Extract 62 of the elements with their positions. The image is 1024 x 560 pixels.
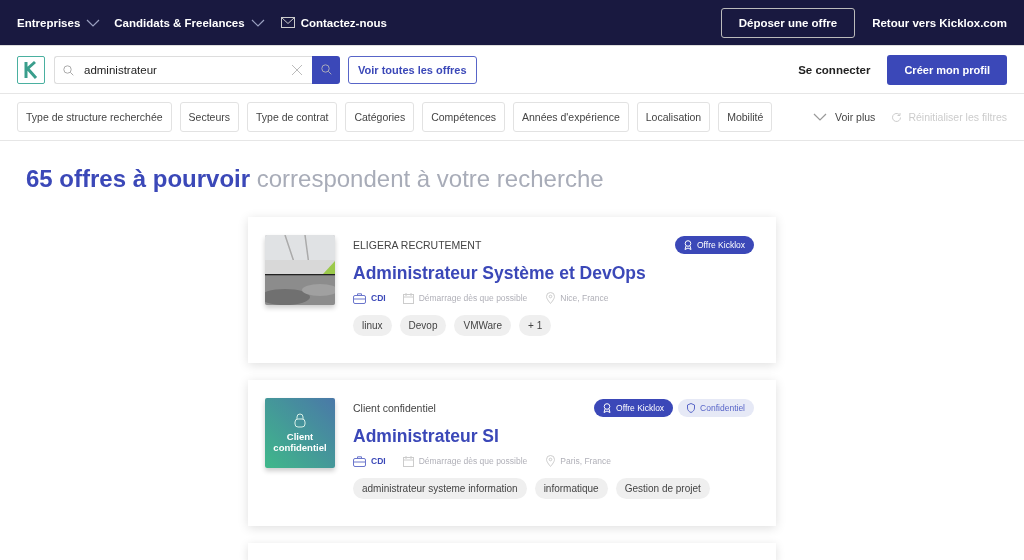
all-offers-button[interactable]: Voir toutes les offres: [348, 55, 477, 84]
search-icon: [320, 64, 332, 75]
offer-card[interactable]: Client confidentiel Client confidentiel Offre Kicklox Confidentiel Administrateur SI CDI Démarrage dès que possible Paris, France administrateur systeme information informatique Gestion de projet: [248, 380, 776, 526]
chevron-down-icon: [813, 113, 828, 121]
calendar-icon: [402, 292, 414, 304]
skill-tag: Devop: [399, 315, 447, 336]
filter-button[interactable]: Mobilité: [718, 102, 773, 132]
search-button[interactable]: [312, 55, 340, 84]
chevron-down-icon: [250, 18, 265, 27]
contract-type: CDI: [371, 293, 386, 303]
company-name: Client confidentiel: [353, 402, 436, 414]
calendar-icon: [402, 455, 414, 467]
search-field[interactable]: administrateur: [54, 55, 312, 84]
company-name: ELIGERA RECRUTEMENT: [353, 239, 482, 251]
search-icon: [63, 64, 74, 76]
shield-icon: [687, 403, 696, 413]
skill-tag: administrateur systeme information: [353, 478, 527, 499]
filter-button[interactable]: Années d'expérience: [513, 102, 629, 132]
refresh-icon: [891, 111, 903, 123]
briefcase-icon: [353, 455, 366, 467]
award-icon: [603, 403, 612, 413]
job-location: Nice, France: [560, 293, 609, 303]
signup-button[interactable]: Créer mon profil: [887, 54, 1007, 85]
filter-button[interactable]: Type de structure recherchée: [17, 102, 172, 132]
confidential-badge: Confidentiel: [678, 399, 754, 417]
nav-menu[interactable]: Entreprises: [17, 16, 81, 29]
nav-link[interactable]: Contactez-nous: [300, 16, 387, 29]
start-date: Démarrage dès que possible: [418, 293, 528, 303]
start-date: Démarrage dès que possible: [418, 456, 528, 466]
location-pin-icon: [546, 455, 556, 467]
logo-icon[interactable]: [17, 55, 45, 84]
filter-button[interactable]: Localisation: [636, 102, 711, 132]
location-pin-icon: [546, 292, 556, 304]
lock-icon: [294, 412, 306, 428]
logo-text: Client confidentiel: [272, 431, 328, 454]
filter-button[interactable]: Compétences: [422, 102, 505, 132]
show-more-button[interactable]: Voir plus: [813, 111, 876, 123]
skill-tag: + 1: [519, 315, 552, 336]
back-link[interactable]: Retour vers Kicklox.com: [872, 16, 1007, 29]
skill-tag: linux: [353, 315, 392, 336]
mail-icon: [280, 17, 295, 28]
filter-button[interactable]: Catégories: [345, 102, 415, 132]
skill-tag: informatique: [534, 478, 608, 499]
offer-card[interactable]: ELIGERA RECRUTEMENT Offre Kicklox Administrateur Système et DevOps CDI Démarrage dès que possible Nice, France linux Devop VMWare + 1: [248, 217, 776, 363]
offer-title[interactable]: Administrateur SI: [353, 426, 754, 447]
offer-badge: Offre Kicklox: [674, 236, 754, 254]
clear-icon[interactable]: [291, 63, 303, 76]
briefcase-icon: [353, 292, 366, 304]
post-offer-button[interactable]: Déposer une offre: [720, 7, 856, 38]
chevron-down-icon: [86, 18, 101, 27]
offer-badge: Offre Kicklox: [594, 399, 674, 417]
nav-menu[interactable]: Candidats & Freelances: [114, 16, 245, 29]
filter-button[interactable]: Type de contrat: [247, 102, 338, 132]
login-link[interactable]: Se connecter: [798, 63, 871, 76]
award-icon: [683, 240, 692, 250]
contract-type: CDI: [371, 456, 386, 466]
filter-button[interactable]: Secteurs: [179, 102, 239, 132]
skill-tag: Gestion de projet: [615, 478, 710, 499]
skill-tag: VMWare: [454, 315, 511, 336]
job-location: Paris, France: [560, 456, 611, 466]
offer-title[interactable]: Administrateur Système et DevOps: [353, 263, 754, 284]
results-heading: 65 offres à pourvoir correspondent à votre recherche: [26, 165, 605, 193]
